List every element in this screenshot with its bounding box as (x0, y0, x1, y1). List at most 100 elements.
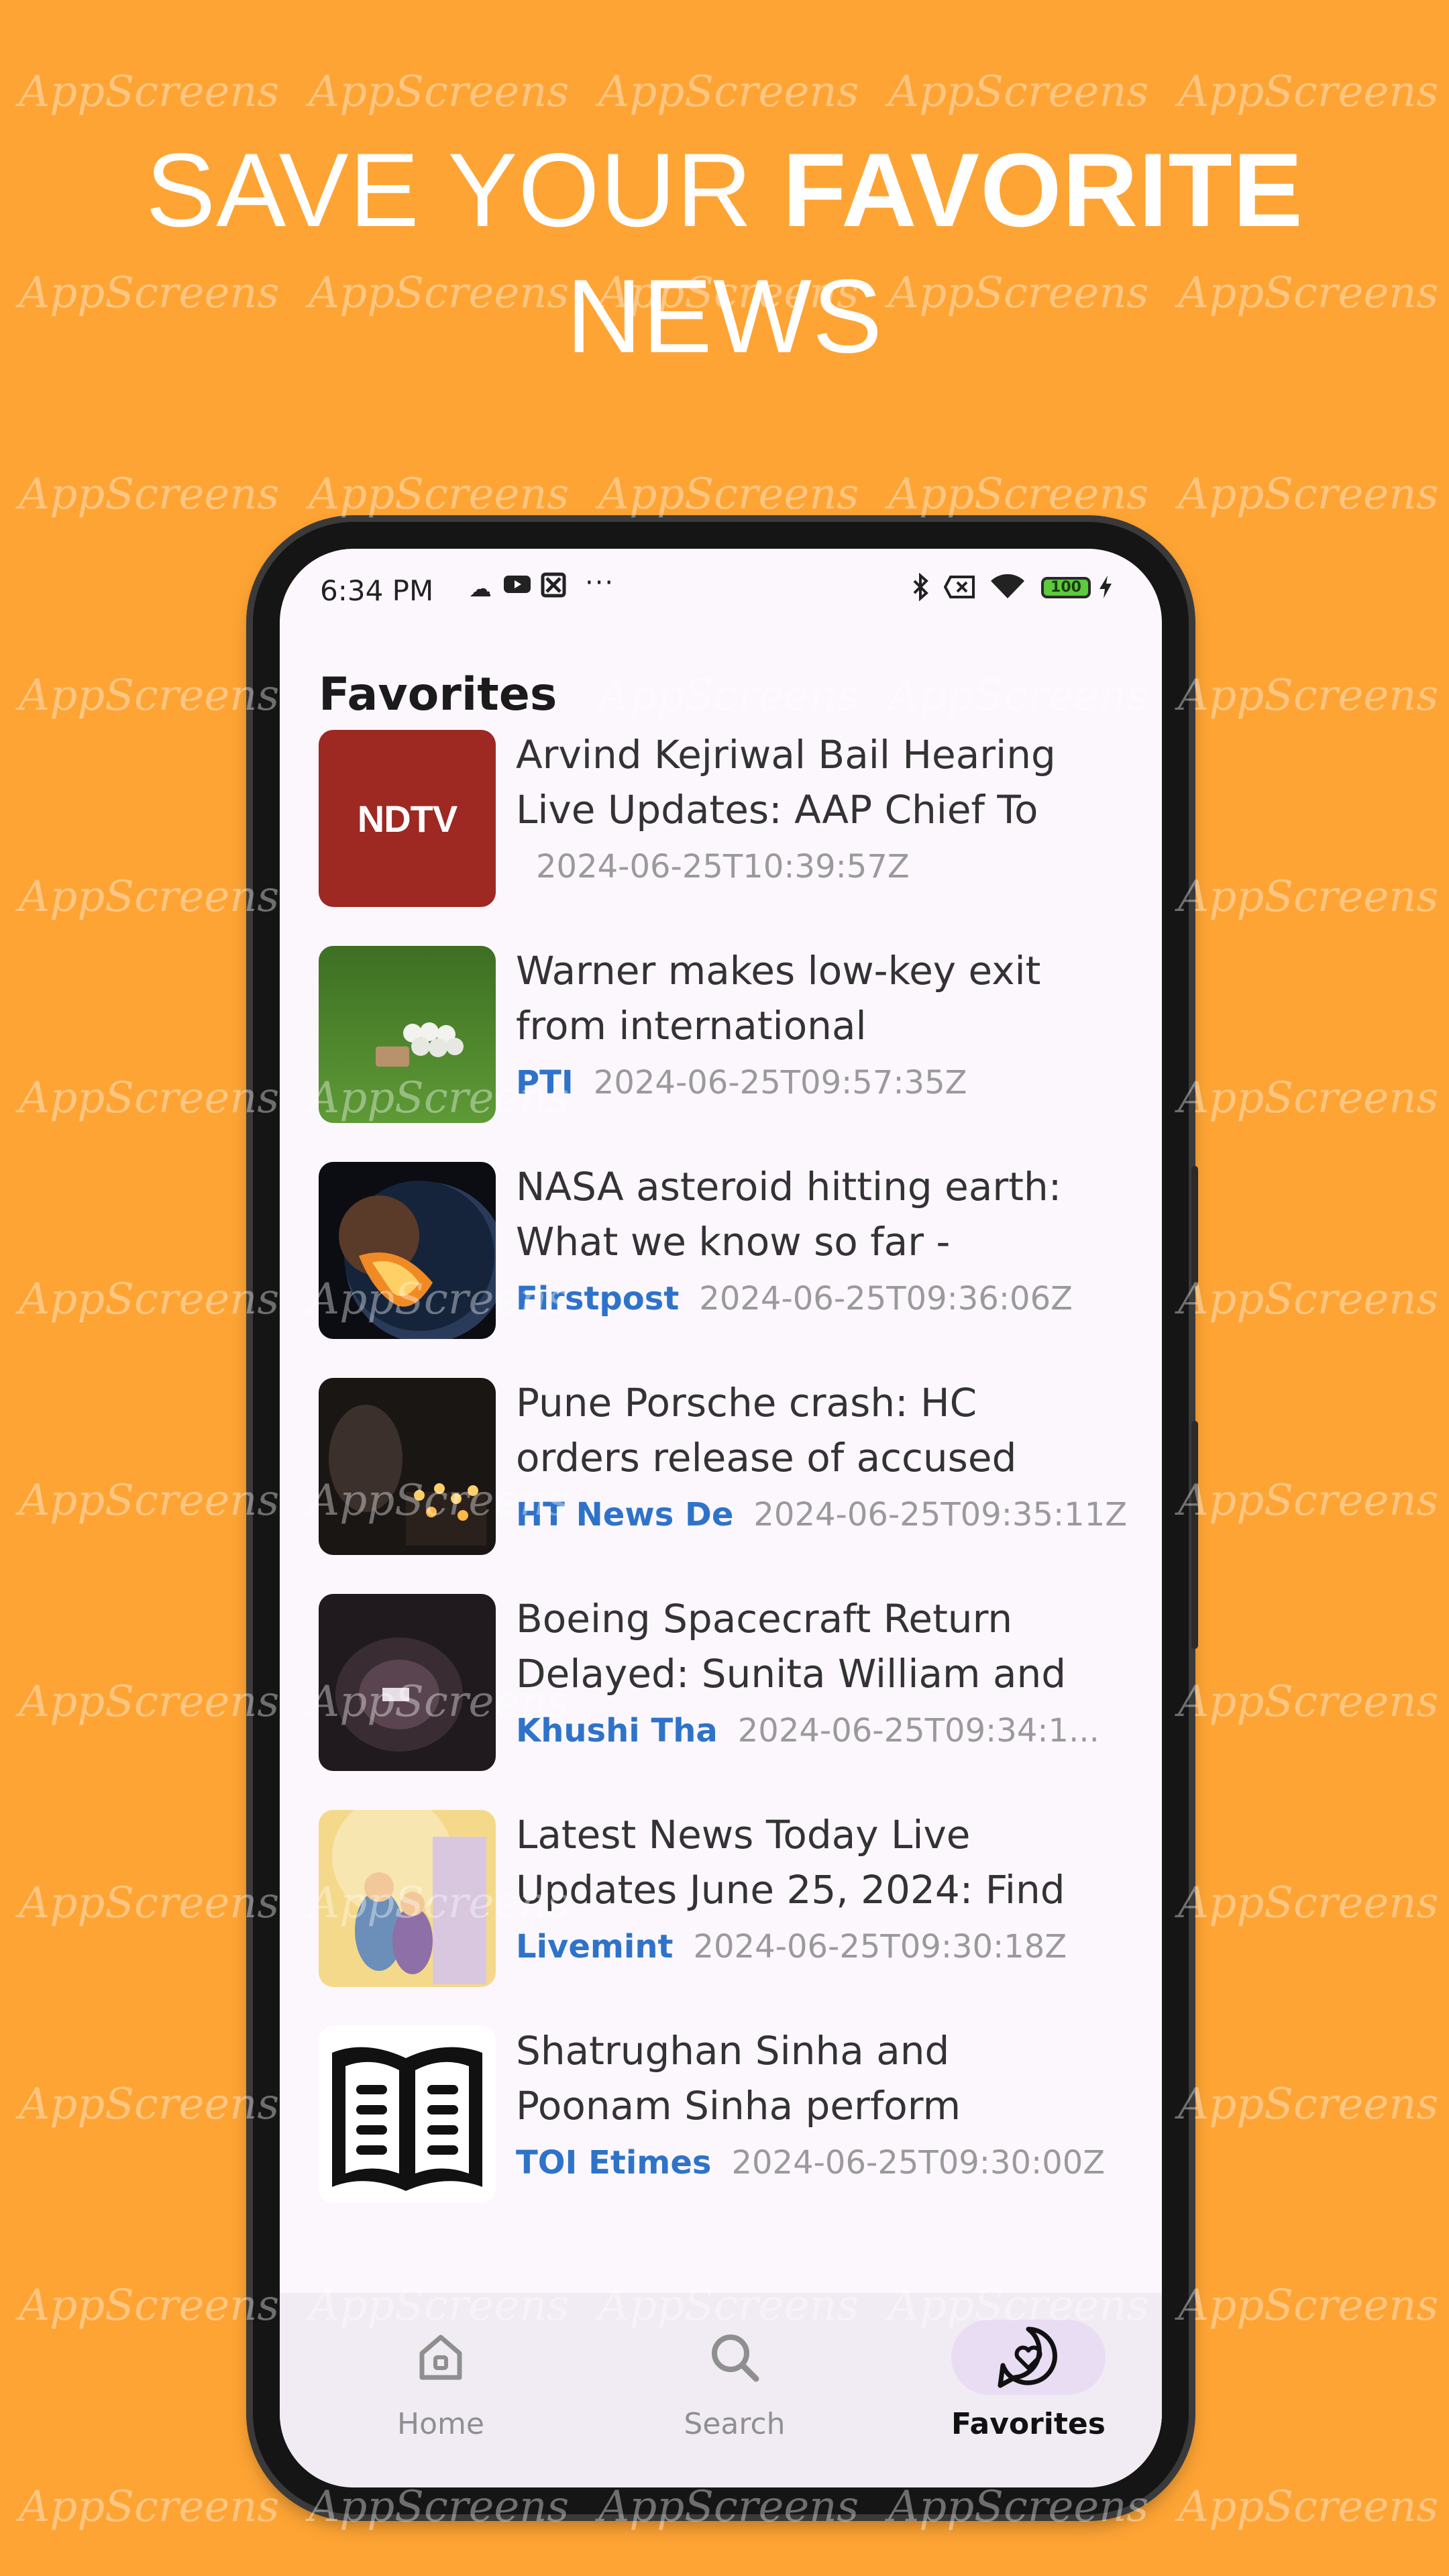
phone-screen: 6:34 PM ☁ ··· 100 Favorites NDTV Arvind … (280, 549, 1162, 2487)
article-title: Boeing Spacecraft Return Delayed: Sunita… (516, 1596, 1067, 1697)
article-thumbnail (319, 1378, 496, 1555)
watermark-text: AppScreens (1178, 2482, 1439, 2532)
article-meta: 2024-06-25T10:39:57Z (516, 848, 910, 885)
watermark-text: AppScreens (1178, 1073, 1439, 1123)
cloud-icon: ☁ (469, 576, 492, 602)
watermark-text: AppScreens (19, 671, 280, 720)
watermark-text: AppScreens (309, 67, 570, 117)
article-thumbnail (319, 946, 496, 1123)
watermark-text: AppScreens (888, 67, 1149, 117)
nav-home-label: Home (397, 2407, 484, 2441)
headline-line-1: SAVE YOUR FAVORITE (0, 127, 1449, 254)
nav-favorites-label: Favorites (951, 2407, 1106, 2441)
article-title: Warner makes low-key exit from internati… (516, 948, 1041, 1049)
page-title: Favorites (319, 668, 557, 721)
nav-search-pill (657, 2320, 812, 2395)
newspaper-placeholder-icon (319, 2026, 496, 2203)
watermark-text: AppScreens (19, 1476, 280, 1525)
watermark-text: AppScreens (1178, 1275, 1439, 1324)
favorite-heart-icon (998, 2326, 1057, 2388)
watermark-text: AppScreens (888, 470, 1149, 519)
watermark-text: AppScreens (1178, 470, 1439, 519)
watermark-text: AppScreens (19, 2080, 280, 2129)
watermark-text: AppScreens (1178, 2281, 1439, 2330)
article-thumbnail: NDTV (319, 730, 496, 907)
article-meta: HT News De 2024-06-25T09:35:11Z (516, 1496, 1127, 1534)
favorites-list: NDTV Arvind Kejriwal Bail Hearing Live U… (319, 730, 1137, 2242)
article-date: 2024-06-25T09:34:1... (737, 1712, 1099, 1750)
watermark-text: AppScreens (19, 1878, 280, 1928)
article-source: Khushi Tha (516, 1712, 718, 1750)
watermark-text: AppScreens (1178, 1878, 1439, 1928)
article-item[interactable]: Boeing Spacecraft Return Delayed: Sunita… (319, 1594, 1137, 1810)
article-source: TOI Etimes (516, 2144, 712, 2182)
promo-headline: SAVE YOUR FAVORITE NEWS (0, 127, 1449, 380)
watermark-text: AppScreens (1178, 1677, 1439, 1727)
watermark-text: AppScreens (19, 2281, 280, 2330)
watermark-text: AppScreens (309, 470, 570, 519)
article-source: Firstpost (516, 1280, 680, 1318)
article-item[interactable]: NDTV Arvind Kejriwal Bail Hearing Live U… (319, 730, 1137, 946)
watermark-text: AppScreens (19, 2482, 280, 2532)
watermark-text: AppScreens (19, 1677, 280, 1727)
nav-home-pill (364, 2320, 518, 2395)
nav-favorites[interactable]: Favorites (928, 2320, 1129, 2441)
volume-button (1191, 1166, 1198, 1287)
nav-home[interactable]: Home (340, 2320, 541, 2441)
battery-indicator: 100 (1041, 577, 1091, 598)
article-item[interactable]: Pune Porsche crash: HC orders release of… (319, 1378, 1137, 1594)
article-date: 2024-06-25T09:36:06Z (699, 1280, 1073, 1318)
article-thumbnail (319, 1810, 496, 1987)
watermark-text: AppScreens (19, 470, 280, 519)
article-meta: PTI 2024-06-25T09:57:35Z (516, 1064, 967, 1102)
nav-search[interactable]: Search (634, 2320, 835, 2441)
headline-line-2: NEWS (566, 258, 883, 375)
article-title: NASA asteroid hitting earth: What we kno… (516, 1164, 1062, 1265)
article-thumbnail (319, 1162, 496, 1339)
bottom-navigation: Home Search Favorites (280, 2293, 1162, 2487)
article-item[interactable]: Latest News Today Live Updates June 25, … (319, 1810, 1137, 2026)
watermark-text: AppScreens (1178, 872, 1439, 922)
status-bar: 6:34 PM ☁ ··· 100 (280, 549, 1162, 629)
watermark-text: AppScreens (19, 1275, 280, 1324)
watermark-text: AppScreens (19, 67, 280, 117)
app-icon (540, 572, 567, 605)
status-time: 6:34 PM (320, 574, 434, 607)
nav-search-label: Search (684, 2407, 786, 2441)
article-item[interactable]: NASA asteroid hitting earth: What we kno… (319, 1162, 1137, 1378)
youtube-icon (502, 572, 532, 602)
watermark-text: AppScreens (1178, 67, 1439, 117)
article-item[interactable]: Shatrughan Sinha and Poonam Sinha perfor… (319, 2026, 1137, 2242)
headline-prefix: SAVE YOUR (146, 132, 783, 249)
article-title: Shatrughan Sinha and Poonam Sinha perfor… (516, 2028, 961, 2129)
wifi-icon (989, 573, 1026, 606)
article-source: PTI (516, 1064, 574, 1102)
home-icon (419, 2334, 462, 2380)
article-meta: Firstpost 2024-06-25T09:36:06Z (516, 1280, 1073, 1318)
watermark-text: AppScreens (598, 470, 859, 519)
sim-off-icon (943, 574, 976, 606)
nav-favorites-pill (951, 2320, 1106, 2395)
article-source: Livemint (516, 1928, 674, 1966)
watermark-text: AppScreens (19, 1073, 280, 1123)
article-date: 2024-06-25T09:30:00Z (731, 2144, 1106, 2182)
power-button (1191, 1421, 1198, 1649)
ndtv-logo: NDTV (357, 797, 458, 840)
article-date: 2024-06-25T09:30:18Z (693, 1928, 1067, 1966)
headline-bold: FAVORITE (782, 132, 1303, 249)
watermark-text: AppScreens (19, 872, 280, 922)
article-source: HT News De (516, 1496, 734, 1534)
article-date: 2024-06-25T10:39:57Z (536, 848, 910, 885)
article-meta: Livemint 2024-06-25T09:30:18Z (516, 1928, 1067, 1966)
bluetooth-icon (910, 572, 930, 608)
article-thumbnail (319, 1594, 496, 1771)
article-date: 2024-06-25T09:35:11Z (753, 1496, 1128, 1534)
search-icon (712, 2334, 759, 2382)
article-title: Arvind Kejriwal Bail Hearing Live Update… (516, 732, 1056, 833)
watermark-text: AppScreens (1178, 2080, 1439, 2129)
phone-frame: 6:34 PM ☁ ··· 100 Favorites NDTV Arvind … (253, 522, 1198, 2514)
article-item[interactable]: Warner makes low-key exit from internati… (319, 946, 1137, 1162)
article-title: Latest News Today Live Updates June 25, … (516, 1812, 1065, 1913)
article-meta: Khushi Tha 2024-06-25T09:34:1... (516, 1712, 1099, 1750)
charging-icon (1098, 574, 1113, 606)
